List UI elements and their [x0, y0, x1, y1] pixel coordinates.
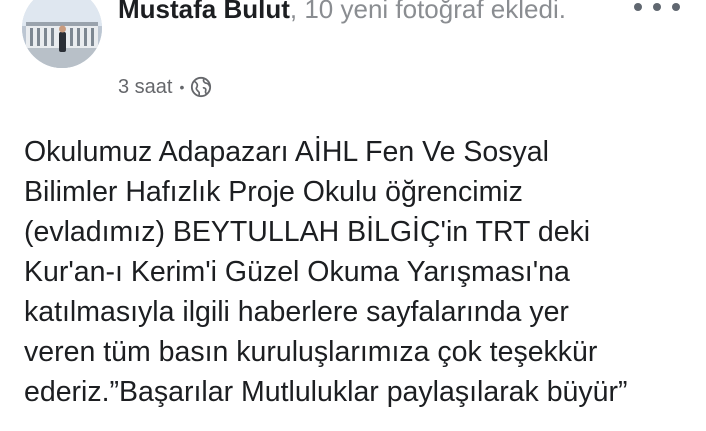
more-options-icon[interactable]	[634, 0, 680, 18]
globe-icon[interactable]	[190, 76, 212, 98]
meta-separator: •	[179, 79, 185, 95]
post-header-text: Mustafa Bulut, 10 yeni fotoğraf ekledi.	[118, 0, 598, 28]
post-action-text: , 10 yeni fotoğraf ekledi.	[289, 0, 566, 24]
post-timestamp[interactable]: 3 saat	[118, 76, 172, 99]
post-card: Mustafa Bulut, 10 yeni fotoğraf ekledi. …	[0, 0, 706, 431]
post-body-text: Okulumuz Adapazarı AİHL Fen Ve Sosyal Bi…	[24, 136, 628, 408]
more-dot	[672, 3, 680, 11]
avatar[interactable]	[22, 0, 102, 68]
more-dot	[653, 3, 661, 11]
author-name[interactable]: Mustafa Bulut	[118, 0, 290, 24]
post-meta: 3 saat •	[118, 72, 212, 102]
more-dot	[634, 3, 642, 11]
avatar-image	[22, 0, 102, 68]
